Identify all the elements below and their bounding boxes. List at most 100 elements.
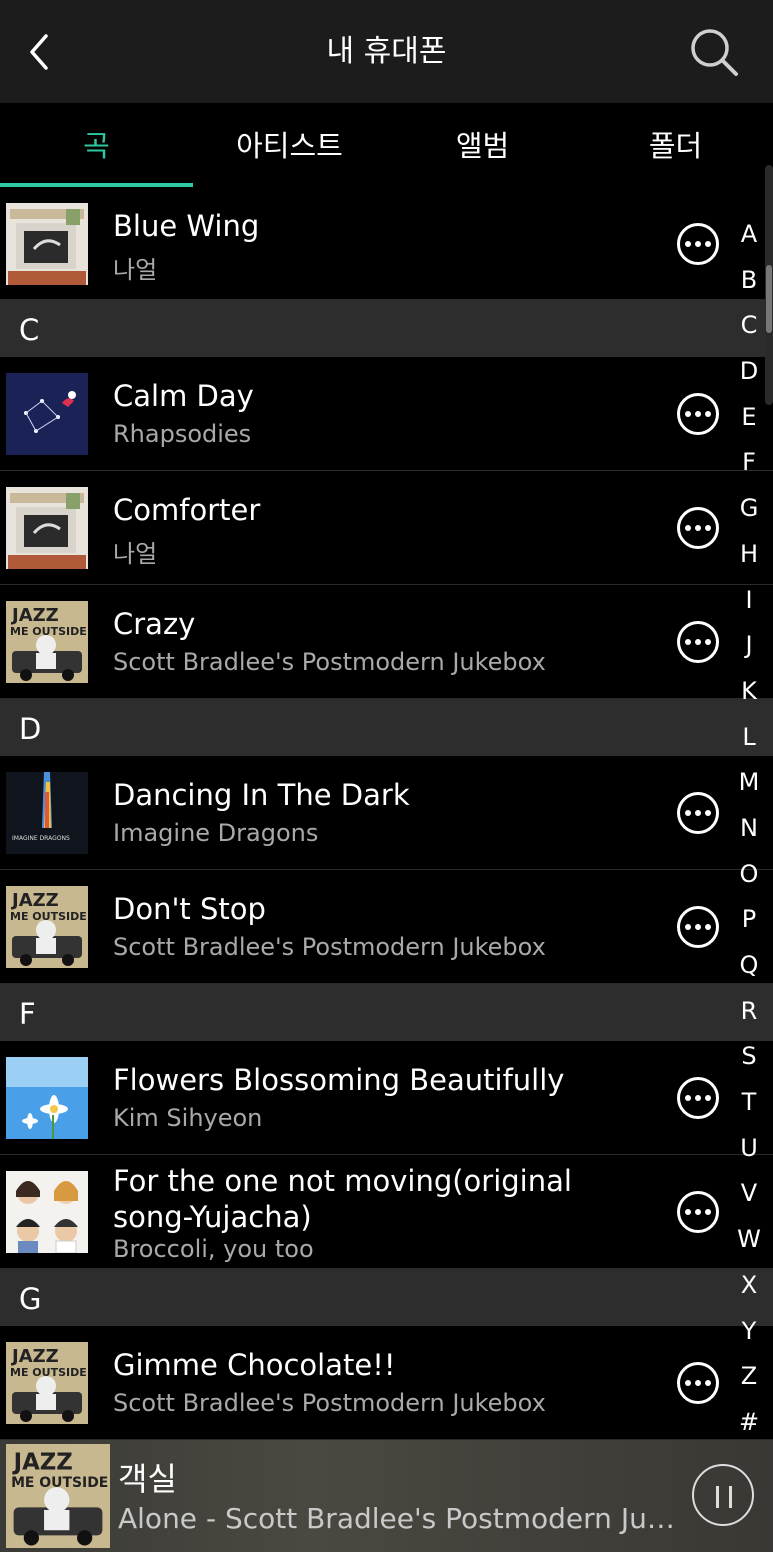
more-icon [685, 241, 691, 247]
now-playing-album-art [6, 1444, 110, 1548]
index-letter[interactable]: B [730, 258, 768, 304]
top-app-bar: 내 휴대폰 [0, 0, 773, 103]
index-letter[interactable]: T [730, 1080, 768, 1126]
album-art [6, 487, 88, 569]
list-item[interactable]: Don't Stop Scott Bradlee's Postmodern Ju… [0, 870, 773, 984]
album-art [6, 1057, 88, 1139]
now-playing-title: 객실 [118, 1460, 177, 1498]
now-playing-subtitle: Alone - Scott Bradlee's Postmodern Jukeb… [118, 1502, 683, 1535]
more-icon [685, 411, 691, 417]
list-item[interactable]: For the one not moving(original song-Yuj… [0, 1155, 773, 1269]
index-letter[interactable]: R [730, 989, 768, 1035]
index-letter[interactable]: D [730, 349, 768, 395]
index-letter[interactable]: Z [730, 1354, 768, 1400]
list-item[interactable]: Blue Wing 나얼 [0, 187, 773, 300]
index-letter[interactable]: I [730, 578, 768, 624]
section-header: G [0, 1269, 773, 1326]
search-button[interactable] [686, 24, 742, 80]
more-icon [685, 810, 691, 816]
more-options-button[interactable] [677, 621, 719, 663]
song-title: Crazy [113, 607, 196, 641]
index-letter[interactable]: F [730, 440, 768, 486]
list-item[interactable]: Calm Day Rhapsodies [0, 357, 773, 471]
album-art [6, 1342, 88, 1424]
alphabet-index[interactable]: A B C D E F G H I J K L M N O P Q R S T U V W X Y Z # [730, 212, 768, 1446]
more-options-button[interactable] [677, 1191, 719, 1233]
index-letter[interactable]: E [730, 395, 768, 441]
album-art [6, 1171, 88, 1253]
tab-songs[interactable]: 곡 [0, 103, 193, 189]
song-artist: Scott Bradlee's Postmodern Jukebox [113, 1389, 546, 1417]
more-icon [685, 1209, 691, 1215]
section-header: C [0, 300, 773, 357]
more-icon [685, 1380, 691, 1386]
album-art [6, 373, 88, 455]
song-artist: Rhapsodies [113, 420, 252, 448]
index-letter[interactable]: # [730, 1400, 768, 1446]
index-letter[interactable]: H [730, 532, 768, 578]
more-options-button[interactable] [677, 792, 719, 834]
pause-button[interactable] [692, 1464, 754, 1526]
more-options-button[interactable] [677, 1362, 719, 1404]
list-item[interactable]: Gimme Chocolate!! Scott Bradlee's Postmo… [0, 1326, 773, 1440]
list-item[interactable]: Crazy Scott Bradlee's Postmodern Jukebox [0, 585, 773, 699]
tab-albums[interactable]: 앨범 [386, 103, 579, 189]
index-letter[interactable]: N [730, 806, 768, 852]
more-icon [685, 1095, 691, 1101]
album-art [6, 203, 88, 285]
tab-bar: 곡 아티스트 앨범 폴더 [0, 103, 773, 189]
more-options-button[interactable] [677, 1077, 719, 1119]
index-letter[interactable]: X [730, 1263, 768, 1309]
index-letter[interactable]: A [730, 212, 768, 258]
song-title: Gimme Chocolate!! [113, 1348, 396, 1382]
song-title: Comforter [113, 493, 261, 527]
index-letter[interactable]: W [730, 1217, 768, 1263]
album-art [6, 601, 88, 683]
song-artist: Kim Sihyeon [113, 1104, 263, 1132]
song-title: For the one not moving(original song-Yuj… [113, 1164, 572, 1234]
index-letter[interactable]: V [730, 1171, 768, 1217]
song-title: Blue Wing [113, 209, 260, 243]
song-artist: 나얼 [113, 540, 158, 568]
song-title: Flowers Blossoming Beautifully [113, 1063, 565, 1097]
index-letter[interactable]: Y [730, 1309, 768, 1355]
song-title: Don't Stop [113, 892, 266, 926]
search-icon [691, 29, 738, 76]
song-artist: Scott Bradlee's Postmodern Jukebox [113, 648, 546, 676]
song-artist: Broccoli, you too [113, 1235, 314, 1263]
more-options-button[interactable] [677, 507, 719, 549]
album-art [6, 772, 88, 854]
section-header: D [0, 699, 773, 756]
index-letter[interactable]: L [730, 715, 768, 761]
list-item[interactable]: Dancing In The Dark Imagine Dragons [0, 756, 773, 870]
song-title: Dancing In The Dark [113, 778, 410, 812]
index-letter[interactable]: P [730, 897, 768, 943]
song-list[interactable]: Blue Wing 나얼 C Calm Day Rhapsodies Comfo… [0, 187, 773, 1440]
list-item[interactable]: Comforter 나얼 [0, 471, 773, 585]
index-letter[interactable]: O [730, 852, 768, 898]
song-artist: Scott Bradlee's Postmodern Jukebox [113, 933, 546, 961]
album-art [6, 886, 88, 968]
more-options-button[interactable] [677, 906, 719, 948]
index-letter[interactable]: J [730, 623, 768, 669]
list-item[interactable]: Flowers Blossoming Beautifully Kim Sihye… [0, 1041, 773, 1155]
song-title: Calm Day [113, 379, 254, 413]
tab-folders[interactable]: 폴더 [579, 103, 772, 189]
index-letter[interactable]: Q [730, 943, 768, 989]
mini-player[interactable]: 객실 Alone - Scott Bradlee's Postmodern Ju… [0, 1440, 773, 1552]
more-icon [685, 924, 691, 930]
more-icon [685, 525, 691, 531]
more-options-button[interactable] [677, 223, 719, 265]
section-header: F [0, 984, 773, 1041]
page-title: 내 휴대폰 [326, 34, 447, 69]
index-letter[interactable]: M [730, 760, 768, 806]
index-letter[interactable]: K [730, 669, 768, 715]
tab-artists[interactable]: 아티스트 [193, 103, 386, 189]
more-options-button[interactable] [677, 393, 719, 435]
index-letter[interactable]: U [730, 1126, 768, 1172]
index-letter[interactable]: S [730, 1034, 768, 1080]
song-artist: 나얼 [113, 256, 158, 284]
index-letter[interactable]: G [730, 486, 768, 532]
index-letter[interactable]: C [730, 303, 768, 349]
pause-icon [716, 1486, 719, 1508]
